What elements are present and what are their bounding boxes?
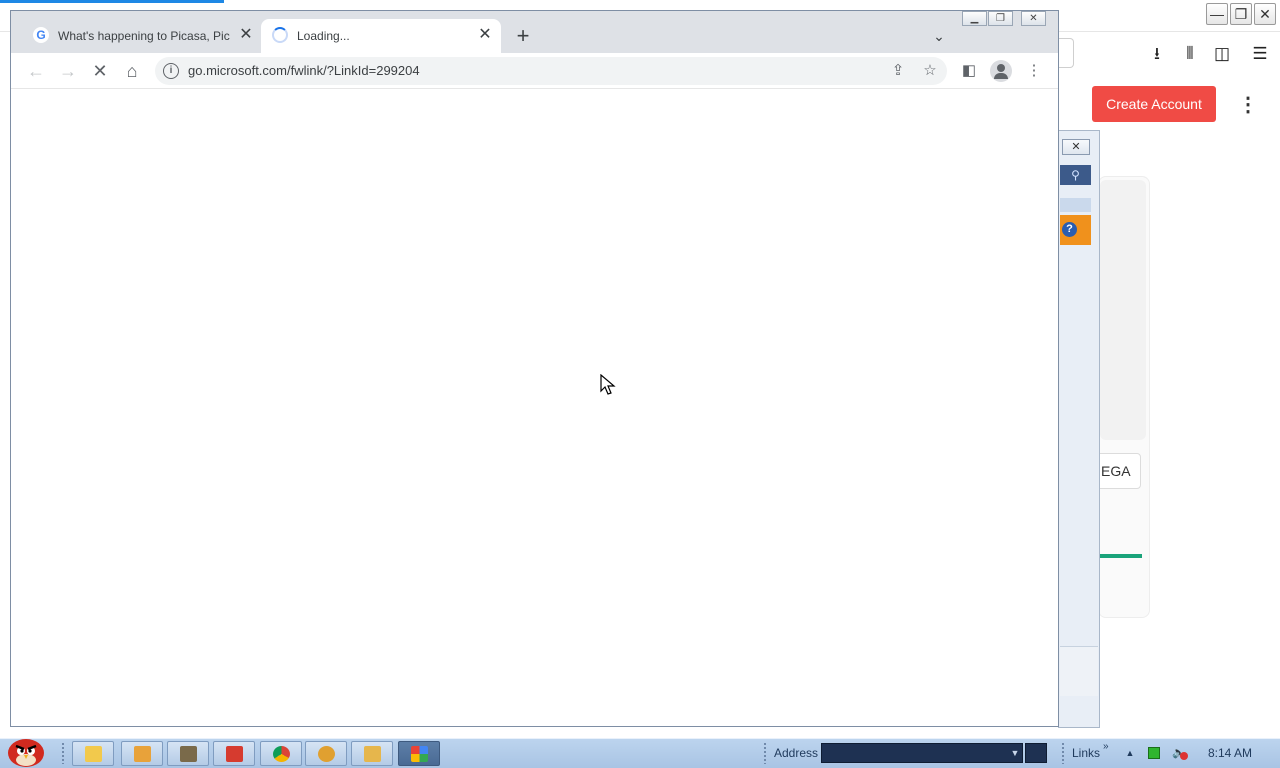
- taskbar-app-2[interactable]: [305, 741, 347, 766]
- mute-badge-icon: [1180, 752, 1188, 760]
- taskbar-media[interactable]: [121, 741, 163, 766]
- taskbar-grip[interactable]: [1061, 742, 1065, 764]
- network-icon[interactable]: [1148, 747, 1160, 759]
- dog-icon: [364, 746, 381, 762]
- media-player-icon: [134, 746, 151, 762]
- app-icon: [318, 746, 335, 762]
- window-restore-icon[interactable]: ❐: [988, 11, 1013, 26]
- tray-expand-icon[interactable]: ▲: [1124, 747, 1136, 759]
- shield-icon: [226, 746, 243, 762]
- google-icon: G: [33, 27, 49, 43]
- back-arrow-icon[interactable]: ←: [23, 58, 49, 84]
- forward-arrow-icon[interactable]: →: [55, 58, 81, 84]
- sidebar-icon[interactable]: ◫: [1209, 42, 1235, 66]
- library-icon[interactable]: ⫴: [1177, 42, 1203, 66]
- dialog-close-icon[interactable]: ✕: [1062, 139, 1090, 155]
- stop-loading-icon[interactable]: ✕: [87, 58, 113, 84]
- new-tab-icon[interactable]: +: [512, 25, 534, 47]
- download-icon[interactable]: ⭳: [1144, 42, 1170, 66]
- star-icon[interactable]: ☆: [918, 59, 942, 83]
- loading-spinner-icon: [272, 27, 288, 43]
- url-text[interactable]: go.microsoft.com/fwlink/?LinkId=299204: [188, 62, 788, 80]
- taskbar-app[interactable]: [167, 741, 209, 766]
- dialog-footer: [1060, 646, 1098, 696]
- window-minimize-icon[interactable]: ▁: [962, 11, 987, 26]
- window-close-icon[interactable]: ✕: [1021, 11, 1046, 26]
- kebab-menu-icon[interactable]: ⋮: [1022, 59, 1046, 83]
- links-chevron-icon[interactable]: »: [1103, 741, 1115, 753]
- page-menu-icon[interactable]: ⋮: [1238, 92, 1258, 118]
- bug-icon: [180, 746, 197, 762]
- taskbar-security[interactable]: [213, 741, 255, 766]
- page-content: [11, 90, 1058, 726]
- go-button[interactable]: [1025, 743, 1047, 763]
- links-label[interactable]: Links: [1072, 745, 1102, 761]
- close-icon[interactable]: ✕: [1254, 3, 1276, 25]
- tab-close-icon[interactable]: ✕: [476, 26, 494, 44]
- taskbar-grip[interactable]: [763, 742, 767, 764]
- taskbar-chrome[interactable]: [260, 741, 302, 766]
- start-button-icon[interactable]: [2, 732, 48, 768]
- tab-close-icon[interactable]: ✕: [237, 26, 255, 44]
- mouse-cursor-icon: [600, 374, 616, 395]
- chevron-down-icon[interactable]: ⌄: [928, 25, 950, 47]
- profile-icon[interactable]: [990, 60, 1012, 82]
- tab-title: Loading...: [297, 29, 350, 43]
- picasa-icon: [411, 746, 428, 762]
- tab-title: What's happening to Picasa, Pica: [58, 29, 230, 43]
- hamburger-menu-icon[interactable]: ☰: [1247, 42, 1273, 66]
- background-tab-indicator: [0, 0, 224, 3]
- chevron-down-icon[interactable]: ▼: [1008, 744, 1022, 762]
- address-input[interactable]: [821, 743, 1023, 763]
- restore-icon[interactable]: ❐: [1230, 3, 1252, 25]
- progress-indicator: [1100, 554, 1142, 558]
- taskbar-picasa[interactable]: [398, 741, 440, 766]
- help-icon[interactable]: ?: [1062, 222, 1077, 237]
- home-icon[interactable]: ⌂: [119, 58, 145, 84]
- share-icon[interactable]: ⇪: [886, 59, 910, 83]
- taskbar-app-3[interactable]: [351, 741, 393, 766]
- address-label: Address: [774, 746, 819, 760]
- minimize-icon[interactable]: —: [1206, 3, 1228, 25]
- taskbar-grip[interactable]: [61, 742, 65, 764]
- clock[interactable]: 8:14 AM: [1200, 745, 1260, 761]
- taskbar-explorer[interactable]: [72, 741, 114, 766]
- background-card-image: [1100, 180, 1146, 440]
- chrome-icon: [273, 746, 290, 762]
- folder-icon: [85, 746, 102, 762]
- side-panel-icon[interactable]: ◧: [957, 59, 981, 83]
- site-info-icon[interactable]: i: [163, 63, 179, 79]
- create-account-button[interactable]: Create Account: [1092, 86, 1216, 122]
- dialog-toolbar: [1060, 198, 1091, 212]
- search-icon[interactable]: ⚲: [1060, 165, 1091, 185]
